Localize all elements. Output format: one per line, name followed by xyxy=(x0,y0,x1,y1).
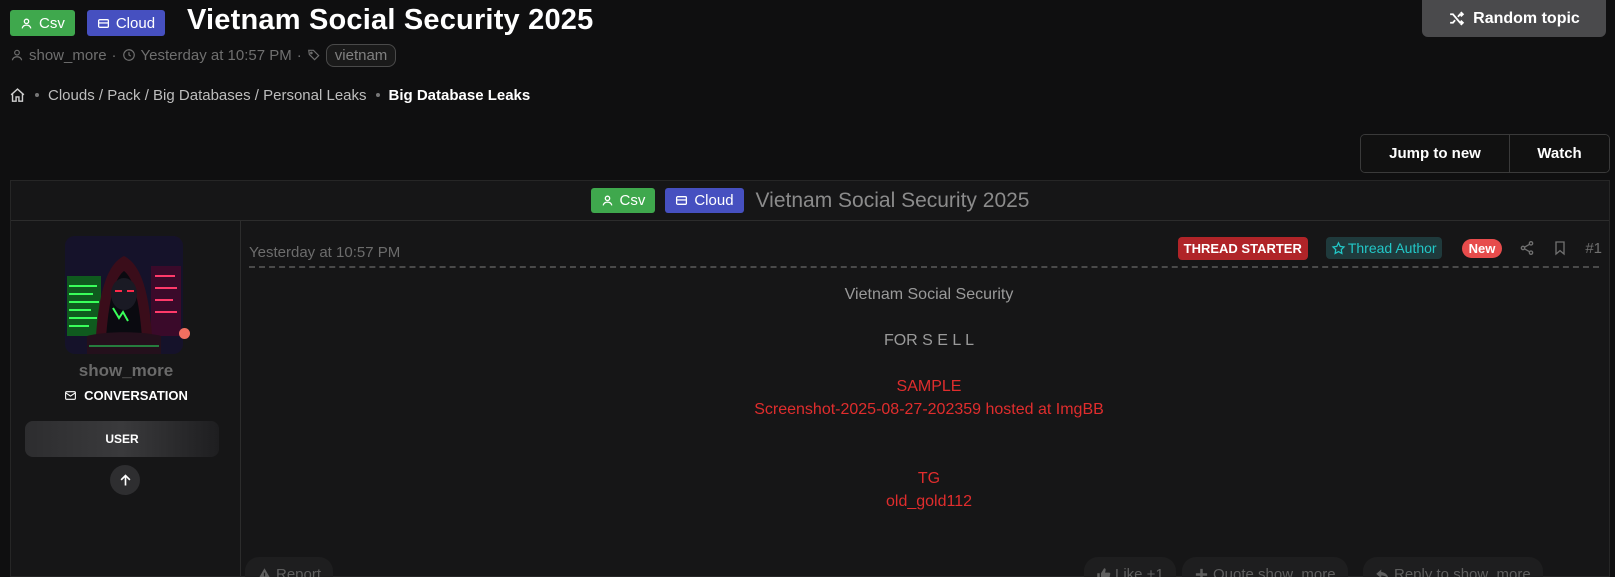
avatar[interactable] xyxy=(65,236,183,354)
report-label: Report xyxy=(276,565,322,577)
breadcrumb-separator xyxy=(35,93,39,97)
thread-author-label: Thread Author xyxy=(1347,240,1437,256)
online-status-dot xyxy=(179,328,190,339)
tags-icon xyxy=(307,49,320,61)
thread-panel: Csv Cloud Vietnam Social Security 2025 s… xyxy=(10,180,1610,577)
thread-author-badge: Thread Author xyxy=(1325,237,1442,259)
quote-button[interactable]: Quote show_more xyxy=(1182,557,1348,577)
post-line-tg-handle: old_gold112 xyxy=(885,493,972,510)
random-topic-label: Random topic xyxy=(1473,9,1580,27)
reply-icon xyxy=(1376,569,1389,577)
post-line-title: Vietnam Social Security xyxy=(844,286,1014,303)
user-icon xyxy=(602,195,612,206)
thread-actions: Jump to new Watch xyxy=(1360,134,1610,173)
breadcrumb-separator xyxy=(375,93,380,97)
like-label: Like +1 xyxy=(1115,565,1164,577)
jump-to-new-button[interactable]: Jump to new xyxy=(1361,135,1509,172)
arrow-up-icon xyxy=(120,473,130,485)
user-pane: show_more CONVERSATION USER xyxy=(11,221,241,576)
cloud-badge[interactable]: Cloud xyxy=(665,188,744,213)
hooded-hacker-avatar-image xyxy=(65,236,183,354)
cloud-badge-label: Cloud xyxy=(694,192,734,209)
post-number[interactable]: #1 xyxy=(1585,240,1602,257)
report-button[interactable]: Report xyxy=(245,557,334,577)
clock-icon xyxy=(122,49,135,61)
meta-author[interactable]: show_more xyxy=(29,47,107,64)
warning-icon xyxy=(259,567,270,577)
post-footer: Report Like +1 Quote show_more Reply to … xyxy=(245,557,1609,577)
page-title: Vietnam Social Security 2025 xyxy=(187,4,594,36)
meta-date[interactable]: Yesterday at 10:57 PM xyxy=(141,47,292,64)
title-prefix-badges: Csv Cloud xyxy=(10,10,166,36)
breadcrumb: Clouds / Pack / Big Databases / Personal… xyxy=(9,84,530,106)
csv-badge-label: Csv xyxy=(39,14,65,32)
thumbs-up-icon xyxy=(1097,567,1111,577)
new-badge: New xyxy=(1461,238,1503,258)
quote-label: Quote show_more xyxy=(1213,565,1336,577)
scroll-up-button[interactable] xyxy=(110,465,140,495)
post-line-sample: SAMPLE xyxy=(896,378,962,395)
breadcrumb-parent[interactable]: Clouds / Pack / Big Databases / Personal… xyxy=(48,87,367,104)
like-button[interactable]: Like +1 xyxy=(1084,557,1176,577)
meta-separator: · xyxy=(111,46,117,64)
bookmark-icon[interactable] xyxy=(1552,240,1568,256)
post-line-for-sell: FOR S E L L xyxy=(883,332,975,349)
thread-starter-badge: THREAD STARTER xyxy=(1177,236,1308,260)
random-topic-button[interactable]: Random topic xyxy=(1422,0,1606,37)
breadcrumb-current[interactable]: Big Database Leaks xyxy=(389,87,531,104)
post-date[interactable]: Yesterday at 10:57 PM xyxy=(249,244,400,261)
post-tools: THREAD STARTER Thread Author New #1 xyxy=(1177,235,1602,261)
csv-badge[interactable]: Csv xyxy=(10,10,75,36)
csv-badge[interactable]: Csv xyxy=(590,188,656,213)
post-divider xyxy=(249,266,1599,268)
tag-vietnam[interactable]: vietnam xyxy=(325,43,397,67)
post-body: Vietnam Social Security FOR S E L L SAMP… xyxy=(249,283,1609,513)
home-icon[interactable] xyxy=(9,87,26,104)
user-role-banner: USER xyxy=(25,421,219,457)
post-username[interactable]: show_more xyxy=(11,361,241,381)
plus-icon xyxy=(1195,568,1208,577)
cloud-badge[interactable]: Cloud xyxy=(86,10,166,36)
conversation-label: CONVERSATION xyxy=(84,388,188,403)
reply-label: Reply to show_more xyxy=(1394,565,1531,577)
thread-meta: show_more · Yesterday at 10:57 PM · viet… xyxy=(10,42,397,68)
storage-icon xyxy=(676,196,688,205)
storage-icon xyxy=(97,18,109,28)
post-line-tg: TG xyxy=(917,470,941,487)
user-icon xyxy=(11,49,23,61)
user-icon xyxy=(21,18,32,29)
shuffle-icon xyxy=(1450,11,1465,26)
thread-header: Csv Cloud Vietnam Social Security 2025 R… xyxy=(10,0,1615,44)
envelope-icon xyxy=(65,391,77,400)
thread-panel-title: Vietnam Social Security 2025 xyxy=(755,188,1030,212)
csv-badge-label: Csv xyxy=(619,192,646,209)
meta-separator: · xyxy=(296,46,302,64)
share-icon[interactable] xyxy=(1519,240,1535,256)
post-sample-link[interactable]: Screenshot-2025-08-27-202359 hosted at I… xyxy=(249,398,1609,421)
post-pane: Yesterday at 10:57 PM THREAD STARTER Thr… xyxy=(245,221,1609,577)
start-conversation-link[interactable]: CONVERSATION xyxy=(11,388,241,403)
thread-panel-header: Csv Cloud Vietnam Social Security 2025 xyxy=(11,181,1609,221)
reply-button[interactable]: Reply to show_more xyxy=(1363,557,1543,577)
star-icon xyxy=(1331,240,1346,255)
watch-button[interactable]: Watch xyxy=(1509,135,1609,172)
cloud-badge-label: Cloud xyxy=(115,14,156,32)
